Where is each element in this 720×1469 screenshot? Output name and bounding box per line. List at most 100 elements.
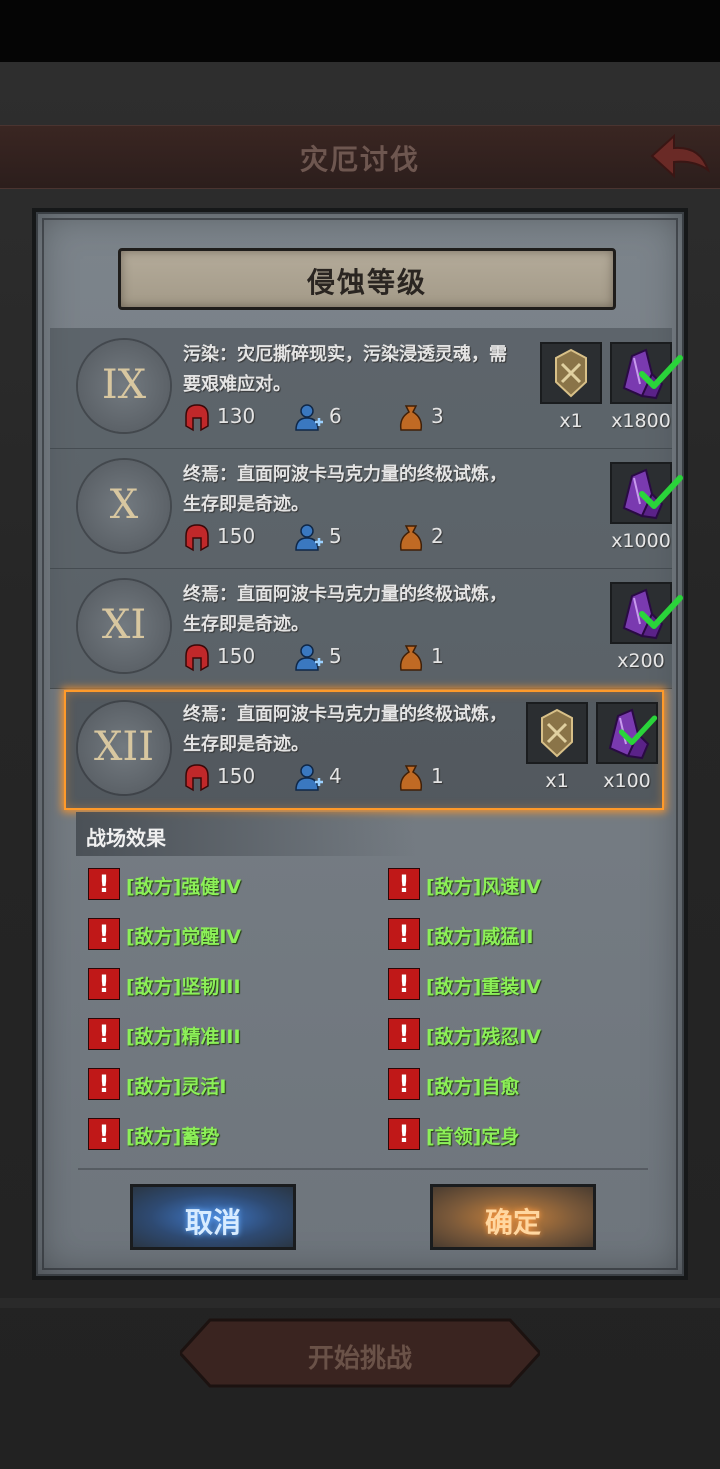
confirm-label: 确定 bbox=[484, 1206, 541, 1239]
reward-quantity: x200 bbox=[617, 650, 665, 672]
helmet-icon bbox=[185, 524, 209, 552]
effect-label: [敌方]威猛II bbox=[426, 926, 534, 948]
effect-label: [敌方]蓄势 bbox=[126, 1126, 220, 1148]
level-description: 污染：灾厄撕碎现实，污染浸透灵魂，需要艰难应对。 bbox=[183, 344, 507, 395]
warning-icon: ! bbox=[388, 1068, 420, 1100]
reward-crystal[interactable] bbox=[596, 702, 658, 764]
effect-item: ! [敌方]强健IV bbox=[88, 868, 348, 900]
stat-value: 1 bbox=[431, 764, 444, 788]
confirm-button[interactable]: 确定 bbox=[430, 1184, 596, 1250]
level-description: 终焉：直面阿波卡马克力量的终极试炼，生存即是奇迹。 bbox=[183, 704, 507, 755]
stat-value: 5 bbox=[329, 644, 342, 668]
check-icon bbox=[618, 715, 658, 746]
effect-item: ! [敌方]蓄势 bbox=[88, 1118, 348, 1150]
level-row-xii[interactable]: XII 终焉：直面阿波卡马克力量的终极试炼，生存即是奇迹。 150 4 1 x1… bbox=[64, 690, 664, 810]
check-icon bbox=[639, 595, 683, 629]
reward-quantity: x1800 bbox=[611, 410, 671, 432]
warning-icon: ! bbox=[388, 1118, 420, 1150]
reward-quantity: x1000 bbox=[611, 530, 671, 552]
start-challenge-label: 开始挑战 bbox=[307, 1344, 412, 1374]
bottom-strip bbox=[0, 1298, 720, 1308]
reward-emblem[interactable] bbox=[526, 702, 588, 764]
level-numeral-badge: XII bbox=[78, 702, 170, 794]
ally-add-icon bbox=[295, 644, 323, 671]
effect-label: [敌方]觉醒IV bbox=[126, 926, 242, 948]
modal-title-plaque: 侵蚀等级 bbox=[118, 248, 616, 310]
stat-value: 2 bbox=[431, 524, 444, 548]
effect-label: [首领]定身 bbox=[426, 1126, 520, 1148]
cancel-button[interactable]: 取消 bbox=[130, 1184, 296, 1250]
stat-value: 150 bbox=[217, 764, 256, 788]
level-row-x[interactable]: X 终焉：直面阿波卡马克力量的终极试炼，生存即是奇迹。 150 5 2 x100… bbox=[50, 448, 683, 569]
level-numeral-badge: XI bbox=[78, 580, 170, 672]
stat-value: 1 bbox=[431, 644, 444, 668]
reward-crystal[interactable] bbox=[610, 462, 683, 524]
stat-value: 150 bbox=[217, 644, 256, 668]
ally-add-icon bbox=[295, 404, 323, 431]
warning-icon: ! bbox=[88, 968, 120, 1000]
effect-item: ! [敌方]重装IV bbox=[388, 968, 648, 1000]
effect-item: ! [敌方]残忍IV bbox=[388, 1018, 648, 1050]
effect-label: [敌方]坚韧III bbox=[126, 976, 241, 998]
reward-emblem[interactable] bbox=[540, 342, 602, 404]
bag-icon bbox=[399, 405, 423, 431]
modal-title: 侵蚀等级 bbox=[306, 266, 427, 299]
emblem-icon bbox=[555, 348, 587, 398]
warning-icon: ! bbox=[88, 1018, 120, 1050]
bag-icon bbox=[399, 525, 423, 551]
stat-value: 5 bbox=[329, 524, 342, 548]
helmet-icon bbox=[185, 404, 209, 432]
effect-label: [敌方]残忍IV bbox=[426, 1026, 542, 1048]
erosion-level-modal: 侵蚀等级 IX 污染：灾厄撕碎现实，污染浸透灵魂，需要艰难应对。 130 6 3… bbox=[32, 208, 688, 1280]
effects-title: 战场效果 bbox=[86, 826, 166, 850]
level-row-ix[interactable]: IX 污染：灾厄撕碎现实，污染浸透灵魂，需要艰难应对。 130 6 3 x1 x… bbox=[50, 328, 683, 449]
divider bbox=[78, 1168, 648, 1170]
warning-icon: ! bbox=[388, 1018, 420, 1050]
warning-icon: ! bbox=[88, 868, 120, 900]
stat-value: 150 bbox=[217, 524, 256, 548]
effect-label: [敌方]强健IV bbox=[126, 876, 242, 898]
warning-icon: ! bbox=[388, 918, 420, 950]
reward-crystal[interactable] bbox=[610, 582, 683, 644]
level-numeral: X bbox=[109, 482, 139, 528]
level-numeral: XI bbox=[101, 602, 147, 648]
effect-item: ! [首领]定身 bbox=[388, 1118, 648, 1150]
back-button[interactable] bbox=[648, 130, 712, 182]
ally-add-icon bbox=[295, 764, 323, 791]
level-numeral: XII bbox=[93, 724, 155, 770]
stat-value: 3 bbox=[431, 404, 444, 428]
bag-icon bbox=[399, 645, 423, 671]
effects-header: 战场效果 bbox=[76, 812, 416, 856]
check-icon bbox=[639, 475, 683, 509]
reward-crystal[interactable] bbox=[610, 342, 683, 404]
warning-icon: ! bbox=[388, 868, 420, 900]
bag-icon bbox=[399, 765, 423, 791]
effect-item: ! [敌方]坚韧III bbox=[88, 968, 348, 1000]
ally-add-icon bbox=[295, 524, 323, 551]
level-row-xi[interactable]: XI 终焉：直面阿波卡马克力量的终极试炼，生存即是奇迹。 150 5 1 x20… bbox=[50, 568, 683, 689]
helmet-icon bbox=[185, 764, 209, 792]
reward-quantity: x1 bbox=[559, 410, 583, 432]
reward-quantity: x1 bbox=[545, 770, 569, 792]
effect-item: ! [敌方]自愈 bbox=[388, 1068, 648, 1100]
reward-quantity: x100 bbox=[603, 770, 651, 792]
effect-label: [敌方]重装IV bbox=[426, 976, 542, 998]
page-title: 灾厄讨伐 bbox=[299, 143, 420, 176]
check-icon bbox=[639, 355, 683, 389]
effect-label: [敌方]灵活I bbox=[126, 1076, 227, 1098]
emblem-icon bbox=[541, 708, 573, 758]
effect-item: ! [敌方]灵活I bbox=[88, 1068, 348, 1100]
stat-value: 130 bbox=[217, 404, 256, 428]
start-challenge-button[interactable]: 开始挑战 bbox=[180, 1318, 540, 1388]
back-arrow-icon bbox=[650, 133, 710, 179]
status-bar bbox=[0, 0, 720, 62]
effect-item: ! [敌方]威猛II bbox=[388, 918, 648, 950]
stat-value: 4 bbox=[329, 764, 342, 788]
helmet-icon bbox=[185, 644, 209, 672]
stat-value: 6 bbox=[329, 404, 342, 428]
level-numeral-badge: IX bbox=[78, 340, 170, 432]
warning-icon: ! bbox=[388, 968, 420, 1000]
effect-label: [敌方]自愈 bbox=[426, 1076, 520, 1098]
warning-icon: ! bbox=[88, 918, 120, 950]
effect-item: ! [敌方]风速IV bbox=[388, 868, 648, 900]
